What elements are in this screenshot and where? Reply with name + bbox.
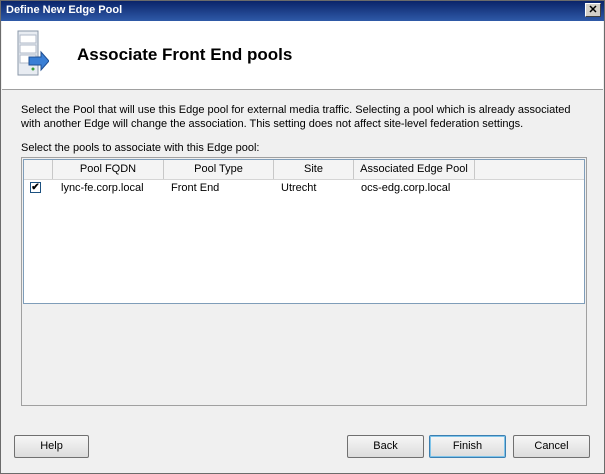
- page-title: Associate Front End pools: [77, 45, 293, 64]
- column-header-fqdn[interactable]: Pool FQDN: [53, 160, 164, 179]
- close-button[interactable]: ✕: [585, 3, 601, 17]
- column-header-type[interactable]: Pool Type: [164, 160, 274, 179]
- list-label: Select the pools to associate with this …: [21, 142, 260, 154]
- server-arrow-icon: [17, 30, 49, 76]
- title-bar[interactable]: Define New Edge Pool ✕: [1, 1, 604, 21]
- dialog-window: Define New Edge Pool ✕ Associate Front E…: [0, 0, 605, 474]
- pool-checkbox[interactable]: ✔: [30, 182, 41, 193]
- description-text: Select the Pool that will use this Edge …: [21, 104, 571, 130]
- column-header-check[interactable]: [24, 160, 53, 179]
- table-header: Pool FQDN Pool Type Site Associated Edge…: [24, 160, 584, 180]
- help-button[interactable]: Help: [14, 435, 89, 458]
- back-button[interactable]: Back: [347, 435, 424, 458]
- column-header-site[interactable]: Site: [274, 160, 354, 179]
- pool-list-panel: Pool FQDN Pool Type Site Associated Edge…: [21, 157, 587, 406]
- cell-type: Front End: [171, 182, 220, 194]
- table-row[interactable]: ✔ lync-fe.corp.local Front End Utrecht o…: [24, 180, 584, 196]
- finish-button[interactable]: Finish: [429, 435, 506, 458]
- window-title: Define New Edge Pool: [6, 4, 123, 16]
- pool-table[interactable]: Pool FQDN Pool Type Site Associated Edge…: [23, 159, 585, 304]
- cell-edge-pool: ocs-edg.corp.local: [361, 182, 451, 194]
- cancel-button[interactable]: Cancel: [513, 435, 590, 458]
- cell-site: Utrecht: [281, 182, 317, 194]
- column-header-edge-pool[interactable]: Associated Edge Pool: [354, 160, 475, 179]
- cell-fqdn: lync-fe.corp.local: [61, 182, 144, 194]
- wizard-header: Associate Front End pools: [2, 21, 603, 90]
